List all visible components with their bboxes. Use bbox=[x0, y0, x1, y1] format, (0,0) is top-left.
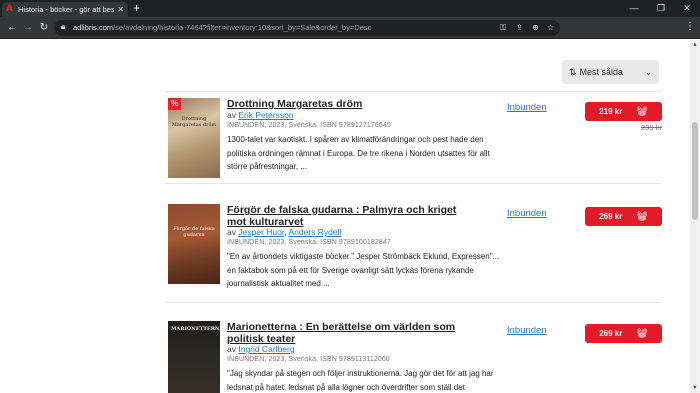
cover-title: Drottning Margaretas dröm bbox=[171, 116, 217, 128]
price: 269 kr bbox=[599, 212, 623, 221]
tab-close-icon[interactable]: ✕ bbox=[117, 5, 124, 14]
new-tab-button[interactable]: + bbox=[133, 2, 140, 15]
product-description: "En av årtiondets viktigaste böcker." Je… bbox=[227, 252, 500, 288]
reload-icon[interactable]: ↻ bbox=[37, 21, 51, 35]
forward-arrow-icon[interactable]: → bbox=[21, 21, 35, 35]
key-icon[interactable]: ⚿ bbox=[500, 23, 506, 33]
browser-toolbar: ← → ↻ 🔒︎ adlibris.com/se/avdelning/histo… bbox=[0, 17, 700, 39]
chevron-down-icon: ⌄ bbox=[645, 67, 652, 77]
product-meta: INBUNDEN, 2023, Svenska, ISBN 9789113112… bbox=[227, 356, 390, 363]
address-bar[interactable]: 🔒︎ adlibris.com/se/avdelning/historia-74… bbox=[54, 20, 560, 36]
book-cover[interactable]: Drottning Margaretas dröm % bbox=[168, 98, 220, 178]
close-window-button[interactable]: ✕ bbox=[674, 0, 700, 17]
author-link[interactable]: Jesper Huor bbox=[238, 227, 284, 237]
adlibris-favicon-icon: A bbox=[6, 4, 13, 14]
url-text: adlibris.com/se/avdelning/historia-7464?… bbox=[73, 23, 371, 32]
browser-tab[interactable]: A Historia - böcker - gör att bestäl ✕ bbox=[2, 2, 128, 17]
by-label: av bbox=[227, 227, 236, 237]
buy-button[interactable]: 219 kr 🧺︎ bbox=[585, 102, 662, 121]
author-link[interactable]: Anders Rydell bbox=[288, 227, 341, 237]
share-icon[interactable]: ⇪ bbox=[516, 23, 523, 32]
divider bbox=[165, 183, 662, 184]
shopping-basket-icon: 🧺︎ bbox=[636, 328, 648, 338]
product-meta: INBUNDEN, 2023, Svenska, ISBN 9789127176… bbox=[227, 122, 391, 129]
zoom-icon[interactable]: ⊕ bbox=[532, 23, 539, 32]
product-title[interactable]: Marionetterna : En berättelse om världen… bbox=[227, 321, 477, 345]
product-description: "Jag skyndar på stegen och följer instru… bbox=[227, 369, 494, 392]
product-description: 1300-talet var kaotiskt. I spåren av kli… bbox=[227, 135, 490, 171]
format-link[interactable]: Inbunden bbox=[507, 102, 547, 113]
tab-title: Historia - böcker - gör att bestäl bbox=[18, 5, 115, 14]
product-authors: av Ingrid Carlberg bbox=[227, 344, 295, 354]
old-price: 239 kr bbox=[641, 123, 662, 132]
sort-arrows-icon: ⇅ bbox=[569, 66, 577, 77]
format-link[interactable]: Inbunden bbox=[507, 325, 547, 336]
cover-title: Förgör de falska gudarna bbox=[173, 226, 215, 238]
format-link[interactable]: Inbunden bbox=[507, 208, 547, 219]
sort-dropdown[interactable]: ⇅ Mest sålda ⌄ bbox=[562, 60, 659, 84]
author-link[interactable]: Erik Petersson bbox=[238, 110, 293, 120]
back-arrow-icon[interactable]: ← bbox=[5, 21, 19, 35]
scrollbar-thumb[interactable] bbox=[692, 122, 698, 220]
product-authors: av Jesper Huor, Anders Rydell bbox=[227, 227, 342, 237]
bookmark-star-icon[interactable]: ☆ bbox=[547, 23, 554, 32]
maximize-button[interactable]: ❐ bbox=[648, 0, 674, 17]
scrollbar[interactable]: ▲ ▼ bbox=[690, 40, 700, 393]
product-meta: INBUNDEN, 2023, Svenska, ISBN 9789100182… bbox=[227, 239, 391, 246]
url-host: adlibris.com bbox=[73, 23, 114, 32]
shopping-basket-icon: 🧺︎ bbox=[636, 211, 648, 221]
scroll-down-icon[interactable]: ▼ bbox=[692, 385, 698, 391]
scroll-up-icon[interactable]: ▲ bbox=[692, 42, 698, 48]
sort-label: Mest sålda bbox=[579, 67, 624, 77]
by-label: av bbox=[227, 110, 236, 120]
book-cover[interactable]: MARIONETTERNA bbox=[168, 321, 220, 393]
buy-button[interactable]: 269 kr 🧺︎ bbox=[585, 207, 662, 226]
book-cover[interactable]: Förgör de falska gudarna bbox=[168, 204, 220, 284]
minimize-button[interactable]: — bbox=[621, 0, 647, 17]
author-link[interactable]: Ingrid Carlberg bbox=[238, 344, 294, 354]
product-authors: av Erik Petersson bbox=[227, 110, 294, 120]
product-title[interactable]: Förgör de falska gudarna : Palmyra och k… bbox=[227, 204, 477, 228]
browser-tab-bar: A Historia - böcker - gör att bestäl ✕ +… bbox=[0, 0, 700, 17]
price: 219 kr bbox=[599, 107, 623, 116]
divider bbox=[165, 302, 662, 303]
price: 269 kr bbox=[599, 329, 623, 338]
page-content: ⇅ Mest sålda ⌄ Drottning Margaretas dröm… bbox=[0, 40, 690, 393]
cover-title: MARIONETTERNA bbox=[171, 326, 220, 332]
divider bbox=[165, 91, 662, 92]
buy-button[interactable]: 269 kr 🧺︎ bbox=[585, 324, 662, 343]
browser-menu-icon[interactable]: ⋮ bbox=[685, 21, 695, 32]
discount-badge: % bbox=[168, 98, 181, 110]
by-label: av bbox=[227, 344, 236, 354]
product-title[interactable]: Drottning Margaretas dröm bbox=[227, 98, 477, 110]
shopping-basket-icon: 🧺︎ bbox=[636, 106, 648, 116]
url-path: /se/avdelning/historia-7464?filter=inven… bbox=[113, 23, 372, 32]
lock-icon: 🔒︎ bbox=[61, 22, 66, 31]
